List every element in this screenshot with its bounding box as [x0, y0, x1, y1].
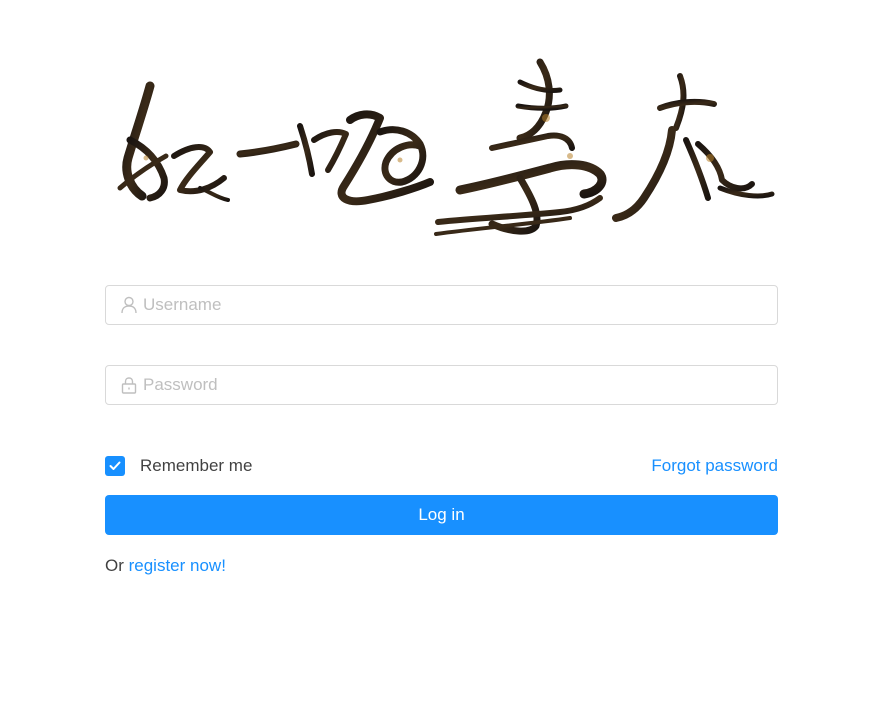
username-field[interactable] [105, 285, 778, 325]
calligraphy-logo [100, 48, 780, 238]
lock-icon [121, 376, 137, 394]
checkbox-box[interactable] [105, 456, 125, 476]
calligraphy-logo-icon [117, 58, 775, 236]
remember-me-label: Remember me [140, 456, 253, 475]
check-icon [109, 461, 121, 470]
register-link[interactable]: register now! [129, 556, 226, 575]
user-icon [121, 296, 137, 314]
password-input[interactable] [143, 366, 765, 404]
password-field[interactable] [105, 365, 778, 405]
forgot-password-link[interactable]: Forgot password [651, 455, 778, 477]
remember-me-checkbox[interactable]: Remember me [105, 455, 252, 477]
login-button[interactable]: Log in [105, 495, 778, 535]
register-prefix: Or [105, 556, 129, 575]
register-line: Or register now! [105, 555, 226, 577]
username-input[interactable] [143, 286, 765, 324]
